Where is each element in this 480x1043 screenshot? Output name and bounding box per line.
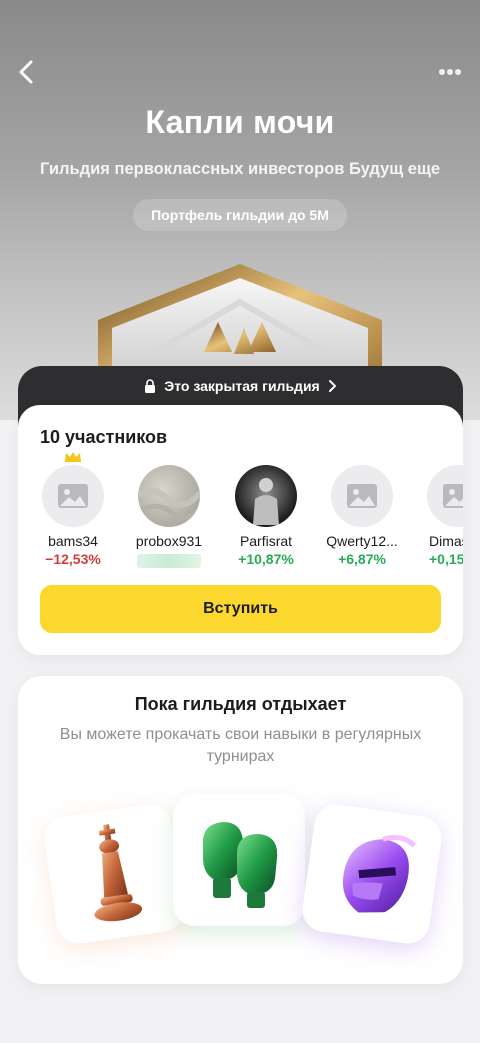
avatar — [427, 465, 463, 527]
lock-icon — [145, 379, 156, 393]
avatar — [138, 465, 200, 527]
member-name: Parfisrat — [239, 533, 293, 549]
portfolio-pill: Портфель гильдии до 5М — [133, 199, 347, 231]
member-name: Qwerty12... — [326, 533, 398, 549]
member-name: Dimas — [429, 533, 463, 549]
athlete-photo-icon — [253, 478, 279, 525]
member-change: +6,87% — [338, 551, 386, 567]
more-dots-icon — [439, 69, 445, 75]
closed-guild-link[interactable]: Это закрытая гильдия — [18, 366, 463, 406]
crown-icon — [65, 452, 81, 462]
more-button[interactable] — [436, 62, 464, 82]
resting-title: Пока гильдия отдыхает — [134, 694, 347, 714]
member-name: probox931 — [135, 533, 203, 549]
knight-helmet-icon — [342, 835, 417, 913]
avatar — [331, 465, 393, 527]
tournament-tile-chess[interactable] — [41, 801, 187, 947]
guild-subtitle: Гильдия первоклассных инвесторов Будущ е… — [39, 160, 441, 178]
avatar — [42, 465, 104, 527]
member-change: −12,53% — [45, 551, 101, 567]
avatar — [235, 465, 297, 527]
guild-hero: Капли мочи Гильдия первоклассных инвесто… — [0, 0, 480, 420]
member-change: +10,87% — [238, 551, 294, 567]
members-list: bams34 −12,53% probox931 Parfisrat +10,8… — [18, 451, 463, 571]
guild-resting-card: Пока гильдия отдыхает Вы можете прокачат… — [18, 676, 463, 984]
member-change: +0,15 — [429, 551, 463, 567]
fabric-photo-icon — [138, 487, 200, 521]
tournament-tile-knight[interactable] — [299, 801, 445, 947]
chevron-right-icon — [328, 380, 336, 392]
closed-guild-label: Это закрытая гильдия — [164, 378, 320, 394]
chevron-left-icon — [19, 60, 33, 84]
member-name: bams34 — [48, 533, 98, 549]
guild-title: Капли мочи — [145, 104, 335, 140]
join-button[interactable]: Вступить — [40, 585, 441, 633]
placeholder-image-icon — [347, 484, 377, 508]
resting-text: Вы можете прокачать свои навыки в регуля… — [59, 726, 422, 765]
placeholder-image-icon — [443, 484, 463, 508]
tournament-tile-boxing[interactable] — [173, 794, 305, 926]
back-button[interactable] — [12, 56, 40, 88]
chess-king-icon — [94, 824, 143, 922]
members-card: 10 участников bams34 −12,53% probox931 P… — [18, 405, 463, 655]
boxing-gloves-icon — [202, 822, 278, 908]
placeholder-image-icon — [58, 484, 88, 508]
hidden-change — [137, 554, 201, 568]
members-count: 10 участников — [40, 427, 168, 447]
